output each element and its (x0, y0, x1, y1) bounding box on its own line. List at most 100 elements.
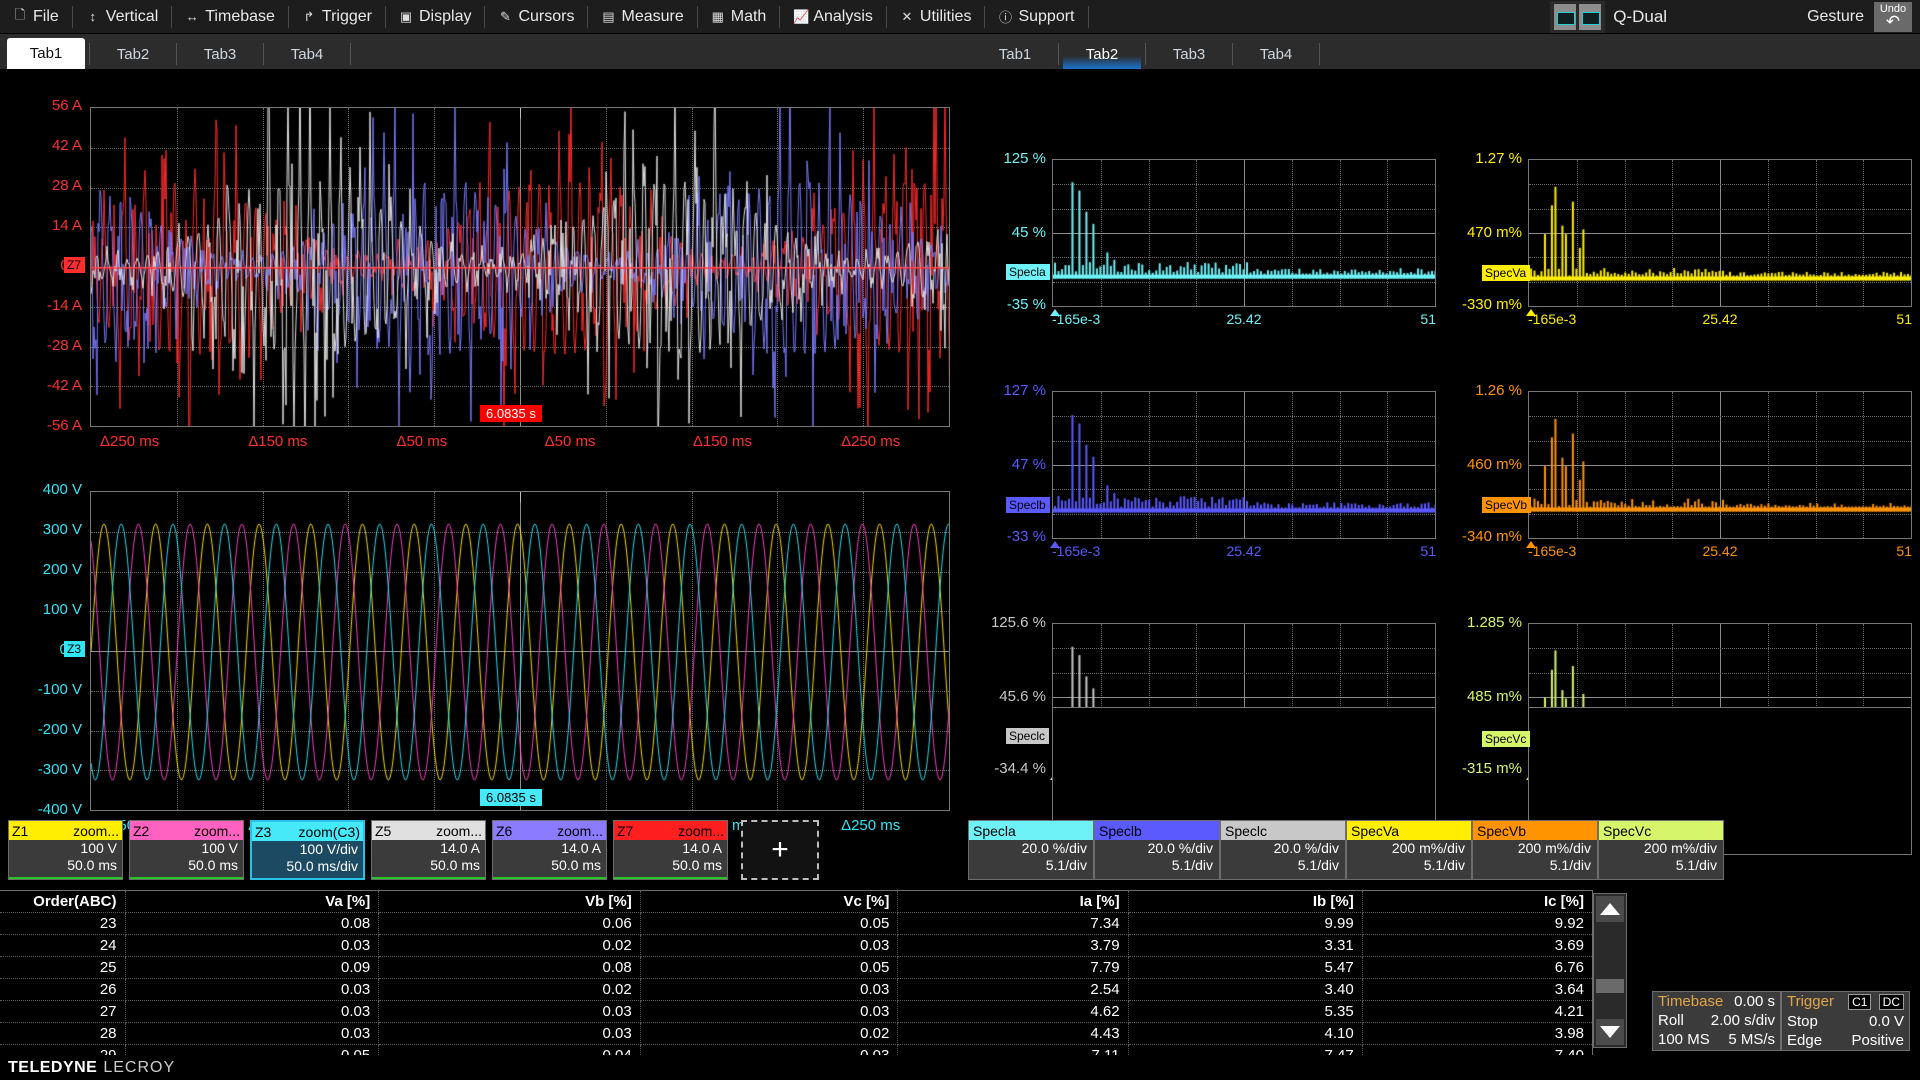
menu-item-vertical[interactable]: ↕Vertical (73, 0, 171, 34)
trigger-status[interactable]: Trigger C1 DC Stop0.0 V EdgePositive (1781, 991, 1910, 1051)
tab-tab4-right[interactable]: Tab4 (1237, 40, 1315, 69)
timebase-mode-value: 2.00 s/div (1711, 1011, 1775, 1030)
cursors-icon: ✎ (498, 9, 512, 25)
utilities-wrench-icon: ✕ (900, 9, 914, 25)
file-icon: 🗋 (13, 6, 27, 28)
menu-item-utilities[interactable]: ✕Utilities (887, 0, 985, 34)
menu-item-file[interactable]: 🗋File (0, 0, 72, 34)
spec-descriptor-speclc[interactable]: Speclc20.0 %/div5.1/div (1220, 820, 1346, 880)
descriptor-row: Z1zoom...100 V50.0 msZ2zoom...100 V50.0 … (0, 820, 1920, 885)
menu-item-support[interactable]: ⓘSupport (985, 0, 1087, 34)
scrollbar-thumb[interactable] (1596, 979, 1624, 993)
current-waveform-xtick: Δ50 ms (396, 433, 447, 450)
spectrum-Speclc-trace-tag[interactable]: Speclc (1006, 728, 1049, 744)
spectrum-SpecVa-panel[interactable]: 1.27 %470 m%-330 m%SpecVa-165e-325.4251 (1528, 159, 1912, 335)
menu-item-analysis[interactable]: 📈Analysis (780, 0, 886, 34)
voltage-waveform-canvas (91, 492, 950, 811)
tab-tab1-right[interactable]: Tab1 (976, 40, 1054, 69)
menu-item-trigger[interactable]: ↱Trigger (289, 0, 385, 34)
current-waveform-cursor-readout[interactable]: 6.0835 s (480, 405, 542, 422)
table-row[interactable]: 250.090.080.057.795.476.76 (0, 957, 1593, 979)
spectrum-SpecVa-trace-tag[interactable]: SpecVa (1482, 265, 1530, 281)
menu-item-timebase[interactable]: ↔Timebase (172, 0, 288, 34)
spectrum-Specla-xtick: 51 (1402, 311, 1436, 327)
tab-group-left: Tab1 Tab2 Tab3 Tab4 (6, 34, 354, 69)
descriptor-z7[interactable]: Z7zoom...14.0 A50.0 ms (613, 820, 728, 880)
spec-descriptor-specla[interactable]: Specla20.0 %/div5.1/div (968, 820, 1094, 880)
add-trace-button[interactable]: + (741, 820, 819, 880)
spectrum-Specla-trace-tag[interactable]: Specla (1006, 264, 1050, 280)
spec-descriptor-specvc[interactable]: SpecVc200 m%/div5.1/div (1598, 820, 1724, 880)
table-cell: 0.03 (640, 1001, 898, 1023)
menu-item-display[interactable]: ▣Display (386, 0, 484, 34)
scroll-down-button[interactable] (1596, 1019, 1624, 1045)
spectrum-Specla-ytick: 125 % (956, 150, 1046, 167)
descriptor-z1[interactable]: Z1zoom...100 V50.0 ms (8, 820, 123, 880)
table-cell: 0.03 (125, 979, 379, 1001)
table-row[interactable]: 280.030.030.024.434.103.98 (0, 1023, 1593, 1045)
spec-descriptor-speclb[interactable]: Speclb20.0 %/div5.1/div (1094, 820, 1220, 880)
spectrum-Speclb-grid[interactable] (1052, 391, 1436, 539)
table-row[interactable]: 270.030.030.034.625.354.21 (0, 1001, 1593, 1023)
tab-tab3-left[interactable]: Tab3 (181, 40, 259, 69)
voltage-waveform-panel[interactable]: 400 V300 V200 V100 V0 V-100 V-200 V-300 … (90, 491, 950, 851)
descriptor-z3[interactable]: Z3zoom(C3)100 V/div50.0 ms/div (250, 820, 365, 880)
spec-descriptor-specva[interactable]: SpecVa200 m%/div5.1/div (1346, 820, 1472, 880)
undo-button[interactable]: Undo ↶ (1874, 2, 1912, 32)
brand-teledyne: TELEDYNE (0, 1059, 97, 1077)
scroll-up-button[interactable] (1596, 896, 1624, 922)
spec-descriptor-span: 5.1/div (1347, 857, 1471, 874)
spectrum-SpecVa-grid[interactable] (1528, 159, 1912, 307)
voltage-waveform-cursor-readout[interactable]: 6.0835 s (480, 789, 542, 806)
spectrum-Speclb-panel[interactable]: 127 %47 %-33 %Speclb-165e-325.4251 (1052, 391, 1436, 567)
table-cell: 7.34 (898, 913, 1128, 935)
current-waveform-panel[interactable]: 56 A42 A28 A14 A0 A-14 A-28 A-42 A-56 AZ… (90, 107, 950, 467)
tab-tab3-right[interactable]: Tab3 (1150, 40, 1228, 69)
table-scrollbar[interactable] (1593, 893, 1627, 1048)
spectrum-SpecVb-grid[interactable] (1528, 391, 1912, 539)
harmonics-table-panel[interactable]: Order(ABC)Va [%]Vb [%]Vc [%]Ia [%]Ib [%]… (0, 890, 1593, 1050)
voltage-waveform-trace-tag[interactable]: Z3 (64, 641, 85, 657)
spectrum-Specla-grid[interactable] (1052, 159, 1436, 307)
tab-divider (1058, 43, 1059, 65)
q-dual-icon (1550, 1, 1605, 33)
spectrum-SpecVb-panel[interactable]: 1.26 %460 m%-340 m%SpecVb-165e-325.4251 (1528, 391, 1912, 567)
table-cell: 0.03 (125, 935, 379, 957)
spectrum-Specla-canvas (1053, 160, 1436, 307)
memory-depth-label: 100 MS (1658, 1030, 1710, 1049)
descriptor-z6[interactable]: Z6zoom...14.0 A50.0 ms (492, 820, 607, 880)
current-waveform-grid[interactable] (90, 107, 950, 427)
table-cell: 5.35 (1128, 1001, 1362, 1023)
table-row[interactable]: 260.030.020.032.543.403.64 (0, 979, 1593, 1001)
descriptor-z5[interactable]: Z5zoom...14.0 A50.0 ms (371, 820, 486, 880)
tab-tab2-left[interactable]: Tab2 (94, 40, 172, 69)
table-cell: 4.62 (898, 1001, 1128, 1023)
voltage-waveform-grid[interactable] (90, 491, 950, 811)
timebase-status[interactable]: Timebase0.00 s Roll2.00 s/div 100 MS5 MS… (1652, 991, 1781, 1051)
current-waveform-trace-tag[interactable]: Z7 (64, 257, 85, 273)
spectrum-Speclb-trace-tag[interactable]: Speclb (1006, 497, 1050, 513)
table-cell: 3.98 (1362, 1023, 1592, 1045)
math-icon: ▦ (711, 9, 725, 25)
menu-item-measure[interactable]: ▤Measure (588, 0, 696, 34)
tab-tab1-left[interactable]: Tab1 (7, 38, 85, 69)
q-dual-control[interactable]: Q-Dual (1550, 1, 1667, 33)
menu-item-math[interactable]: ▦Math (698, 0, 780, 34)
spectrum-SpecVb-trace-tag[interactable]: SpecVb (1482, 497, 1531, 513)
tab-divider (263, 43, 264, 65)
display-icon: ▣ (399, 9, 413, 25)
table-row[interactable]: 230.080.060.057.349.999.92 (0, 913, 1593, 935)
table-cell: 6.76 (1362, 957, 1592, 979)
tab-tab2-right[interactable]: Tab2 (1063, 40, 1141, 69)
spectrum-SpecVa-canvas (1529, 160, 1912, 307)
spec-descriptor-specvb[interactable]: SpecVb200 m%/div5.1/div (1472, 820, 1598, 880)
spectrum-Specla-panel[interactable]: 125 %45 %-35 %Specla-165e-325.4251 (1052, 159, 1436, 335)
descriptor-z2[interactable]: Z2zoom...100 V50.0 ms (129, 820, 244, 880)
table-column-header: Vb [%] (379, 891, 641, 913)
table-row[interactable]: 240.030.020.033.793.313.69 (0, 935, 1593, 957)
table-cell: 9.99 (1128, 913, 1362, 935)
table-cell: 28 (0, 1023, 125, 1045)
menu-item-cursors[interactable]: ✎Cursors (485, 0, 587, 34)
spectrum-SpecVc-trace-tag[interactable]: SpecVc (1482, 731, 1530, 747)
tab-tab4-left[interactable]: Tab4 (268, 40, 346, 69)
